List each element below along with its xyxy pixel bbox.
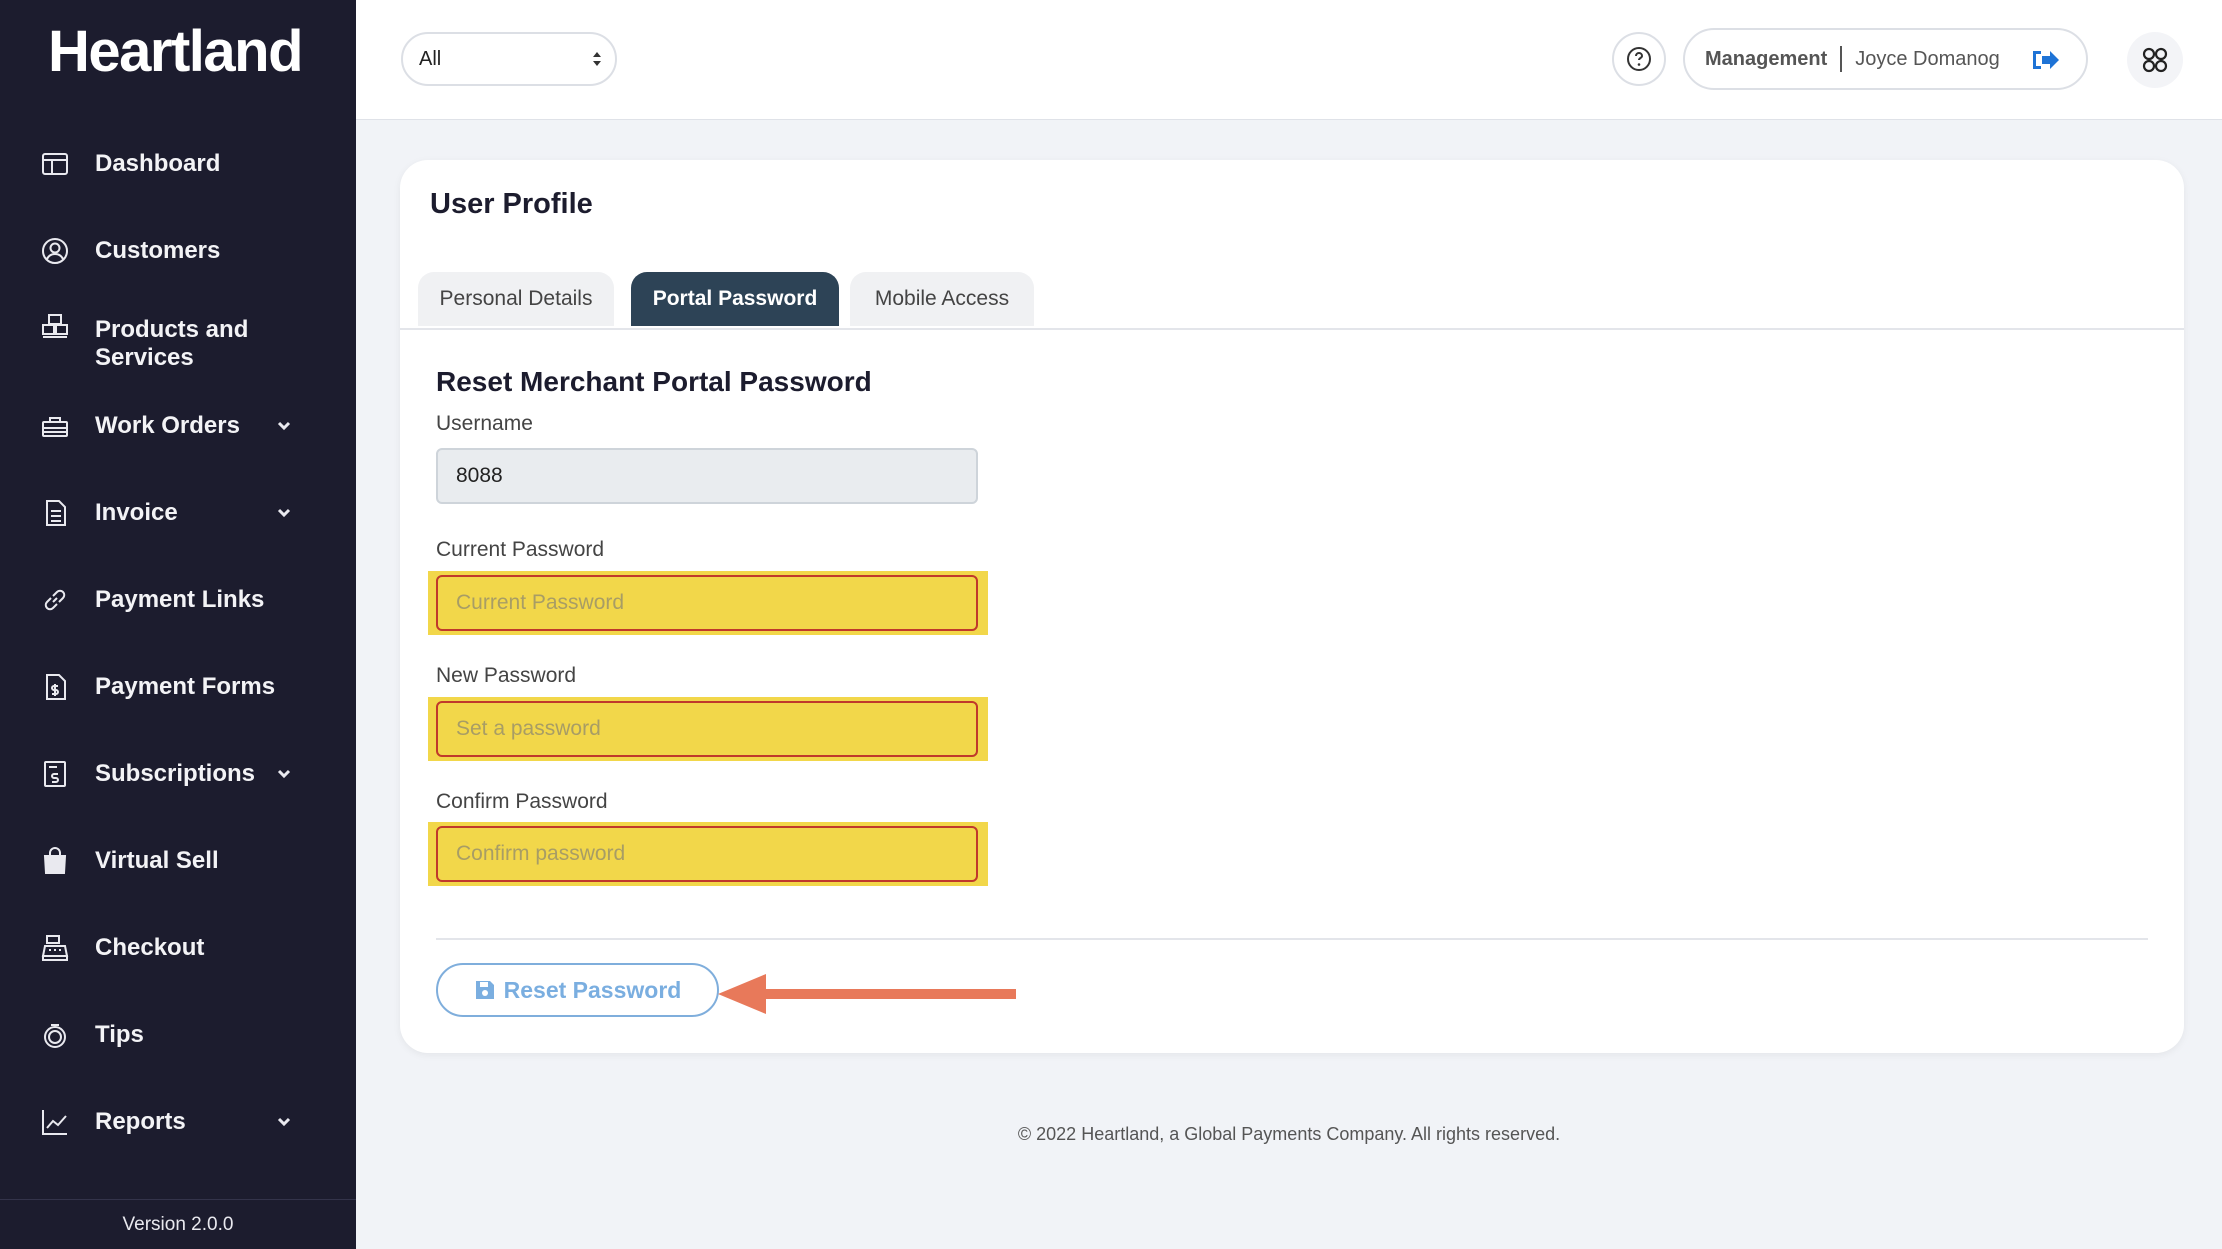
dashboard-icon xyxy=(38,147,72,181)
sidebar-item-label: Tips xyxy=(95,1021,144,1048)
chevron-down-icon xyxy=(276,418,292,434)
boxes-icon xyxy=(38,310,72,344)
sidebar-item-payment-forms[interactable]: Payment Forms xyxy=(0,665,356,709)
user-role: Management xyxy=(1705,47,1828,70)
username-label: Username xyxy=(436,412,533,435)
confirm-password-field[interactable]: Confirm password xyxy=(436,826,978,882)
new-password-label: New Password xyxy=(436,664,577,687)
sidebar-item-label: Subscriptions xyxy=(95,760,256,787)
logout-icon[interactable] xyxy=(2030,47,2060,73)
sidebar-item-label: Virtual Sell xyxy=(95,847,219,874)
footer-copyright: © 2022 Heartland, a Global Payments Comp… xyxy=(1017,1124,1561,1144)
cash-register-icon xyxy=(38,931,72,965)
user-profile-card: User Profile Personal Details Portal Pas… xyxy=(400,160,2184,1053)
sidebar-item-customers[interactable]: Customers xyxy=(0,229,356,273)
new-password-field[interactable]: Set a password xyxy=(436,701,978,757)
filter-select-value: All xyxy=(419,48,442,70)
tab-divider xyxy=(400,328,2184,330)
reset-password-button[interactable]: Reset Password xyxy=(436,963,719,1017)
heartland-logo[interactable]: Heartland xyxy=(48,18,304,85)
sidebar-item-reports[interactable]: Reports xyxy=(0,1100,356,1144)
sidebar-item-label: Products and Services xyxy=(95,316,249,371)
chevron-down-icon xyxy=(276,766,292,782)
save-floppy-icon xyxy=(475,981,494,999)
tab-portal-password[interactable]: Portal Password xyxy=(631,272,839,326)
reset-password-label: Reset Password xyxy=(503,976,682,1003)
invoice-icon xyxy=(38,496,72,530)
sidebar-item-dashboard[interactable]: Dashboard xyxy=(0,142,356,186)
sidebar-item-label: Work Orders xyxy=(95,412,240,439)
user-account-pill[interactable]: Management Joyce Domanog xyxy=(1683,28,2088,90)
toolbox-icon xyxy=(38,409,72,443)
page-title: User Profile xyxy=(430,188,593,220)
tab-mobile-access[interactable]: Mobile Access xyxy=(850,272,1034,326)
sidebar-item-products-and-services[interactable]: Products and Services xyxy=(0,314,356,372)
user-name: Joyce Domanog xyxy=(1855,47,2000,70)
chevron-down-icon xyxy=(276,505,292,521)
current-password-label: Current Password xyxy=(436,538,605,561)
sidebar-item-label: Invoice xyxy=(95,499,178,526)
sidebar-item-invoice[interactable]: Invoice xyxy=(0,491,356,535)
divider xyxy=(1840,46,1843,72)
help-button[interactable] xyxy=(1612,32,1666,86)
apps-grid-icon xyxy=(2142,47,2168,73)
sidebar-item-label: Checkout xyxy=(95,934,205,961)
sidebar-item-label: Payment Links xyxy=(95,586,265,613)
sidebar-item-label: Payment Forms xyxy=(95,673,276,700)
confirm-password-label: Confirm Password xyxy=(436,790,608,813)
top-bar: All Management Joyce Domanog xyxy=(356,0,2222,120)
location-filter-select[interactable]: All xyxy=(401,32,617,86)
current-password-field[interactable]: Current Password xyxy=(436,575,978,631)
sidebar: Heartland Dashboard Customers Products a… xyxy=(0,0,356,1249)
chevron-down-icon xyxy=(276,1114,292,1130)
annotation-arrow-icon xyxy=(718,974,1016,1014)
sidebar-item-tips[interactable]: Tips xyxy=(0,1013,356,1057)
link-icon xyxy=(38,583,72,617)
sidebar-item-subscriptions[interactable]: Subscriptions xyxy=(0,752,356,796)
form-divider xyxy=(436,938,2148,940)
question-circle-icon xyxy=(1627,47,1651,71)
sidebar-item-label: Customers xyxy=(95,237,221,264)
sidebar-item-virtual-sell[interactable]: Virtual Sell xyxy=(0,839,356,883)
sidebar-item-label: Dashboard xyxy=(95,150,221,177)
shopping-bag-icon xyxy=(38,844,72,878)
sidebar-item-payment-links[interactable]: Payment Links xyxy=(0,578,356,622)
select-arrows-icon xyxy=(593,52,601,66)
file-dollar-icon xyxy=(38,670,72,704)
sidebar-item-work-orders[interactable]: Work Orders xyxy=(0,404,356,448)
subscription-doc-icon xyxy=(38,757,72,791)
coin-icon xyxy=(38,1018,72,1052)
chart-line-icon xyxy=(38,1105,72,1139)
username-field[interactable]: 8088 xyxy=(436,448,978,504)
sidebar-item-checkout[interactable]: Checkout xyxy=(0,926,356,970)
apps-menu-button[interactable] xyxy=(2127,32,2183,88)
section-title: Reset Merchant Portal Password xyxy=(436,366,872,397)
sidebar-item-label: Reports xyxy=(95,1108,186,1135)
tab-personal-details[interactable]: Personal Details xyxy=(418,272,614,326)
app-version: Version 2.0.0 xyxy=(0,1199,356,1249)
user-circle-icon xyxy=(38,234,72,268)
